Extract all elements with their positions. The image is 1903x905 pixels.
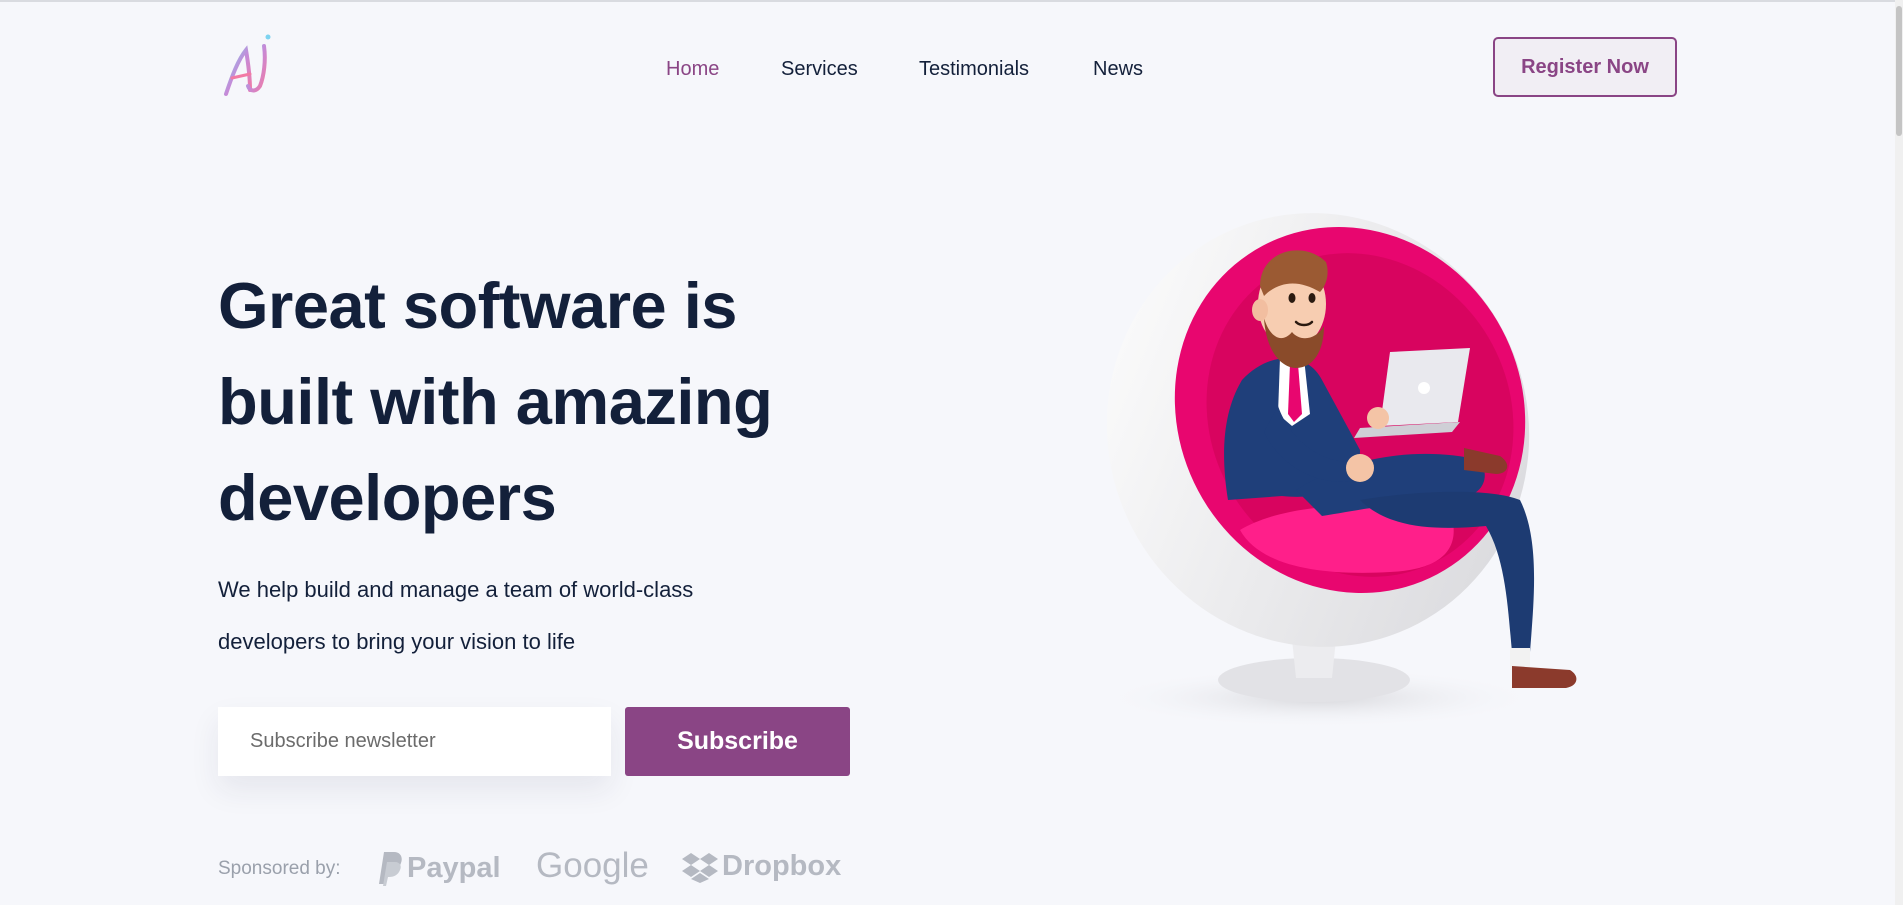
sponsor-google-name: Google [536,846,649,885]
nav-services-link[interactable]: Services [781,58,858,81]
newsletter-email-input[interactable] [218,707,611,776]
subscribe-button[interactable]: Subscribe [625,707,850,776]
headline-line-3: developers [218,461,557,534]
nav-home-link[interactable]: Home [666,58,719,81]
sponsor-paypal-name: Paypal [407,851,501,884]
sponsor-dropbox: Dropbox [682,850,841,883]
nav-testimonials-link[interactable]: Testimonials [919,58,1029,81]
paypal-icon [379,852,402,886]
headline-line-1: Great software is [218,269,737,342]
hero-headline: Great software is built with amazing dev… [218,258,858,546]
scrollbar-thumb[interactable] [1896,6,1902,136]
dropbox-icon [682,852,718,883]
headline-line-2: built with amazing [218,365,773,438]
sponsor-google: Google [536,846,649,886]
sponsors-label: Sponsored by: [218,858,341,879]
register-now-button[interactable]: Register Now [1493,37,1677,97]
subtext-line-2: developers to bring your vision to life [218,629,576,654]
scrollbar[interactable] [1895,0,1903,905]
hero-subtext: We help build and manage a team of world… [218,564,778,668]
hero-illustration [1100,213,1577,728]
brand-logo[interactable] [220,32,280,100]
subtext-line-1: We help build and manage a team of world… [218,577,694,602]
top-border [0,0,1903,2]
sponsor-paypal: Paypal [373,850,501,886]
nav-news-link[interactable]: News [1093,58,1143,81]
sponsor-dropbox-name: Dropbox [722,850,842,882]
